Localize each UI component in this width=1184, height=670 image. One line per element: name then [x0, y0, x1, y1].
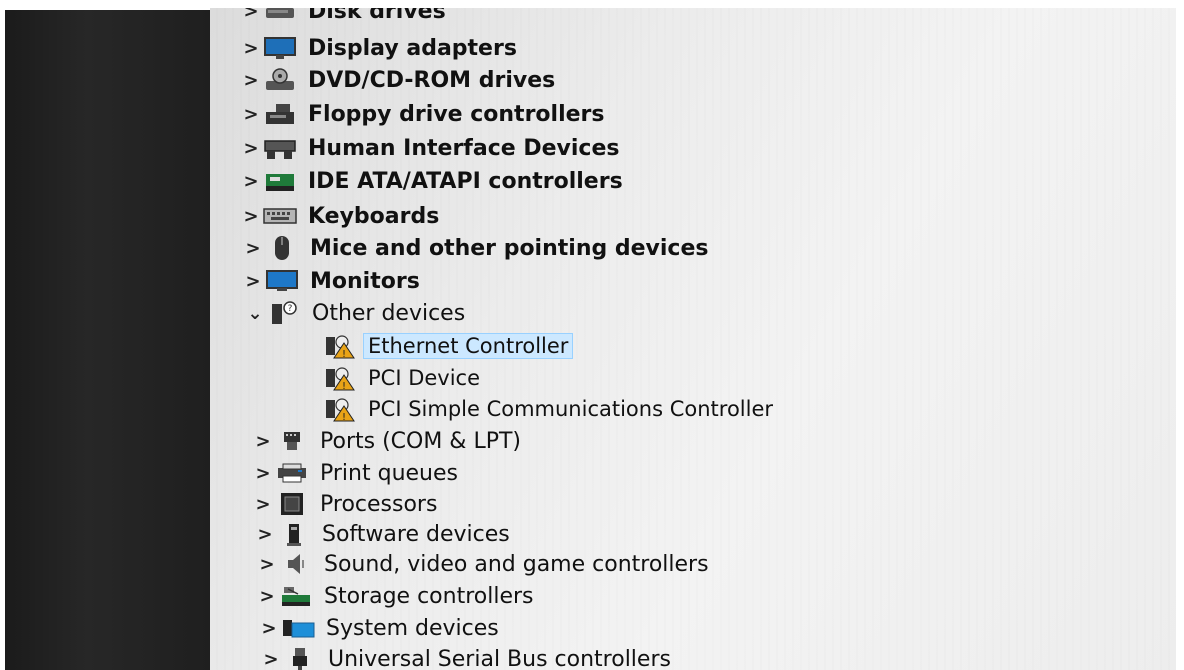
- disk-drive-icon: [262, 8, 298, 24]
- tree-item-monitors[interactable]: > Monitors: [242, 266, 420, 296]
- display-adapter-icon: [262, 35, 298, 61]
- tree-item-usb-controllers[interactable]: > Universal Serial Bus controllers: [260, 644, 671, 670]
- usb-icon: [282, 646, 318, 670]
- tree-item-disk-drives[interactable]: > Disk drives: [240, 8, 446, 26]
- tree-item-label: System devices: [326, 615, 499, 641]
- tree-item-label: Universal Serial Bus controllers: [328, 646, 671, 670]
- device-manager-tree: > Disk drives > Display adapters > DVD/C…: [210, 8, 1176, 670]
- expand-chevron-icon[interactable]: >: [240, 206, 262, 227]
- warning-device-icon: !: [322, 365, 358, 391]
- tree-item-label: IDE ATA/ATAPI controllers: [308, 168, 623, 194]
- mouse-icon: [264, 235, 300, 261]
- tree-item-label: Sound, video and game controllers: [324, 551, 709, 577]
- tree-item-pci-simple-communications-controller[interactable]: ! PCI Simple Communications Controller: [322, 394, 773, 424]
- svg-text:!: !: [342, 412, 346, 422]
- expand-chevron-icon[interactable]: >: [242, 271, 264, 292]
- tree-item-processors[interactable]: > Processors: [252, 489, 437, 519]
- tree-item-system-devices[interactable]: > System devices: [258, 613, 499, 643]
- photo-frame: > Disk drives > Display adapters > DVD/C…: [0, 0, 1184, 670]
- tree-item-label: Display adapters: [308, 35, 517, 61]
- tree-item-mice[interactable]: > Mice and other pointing devices: [242, 233, 709, 263]
- tree-item-label: Mice and other pointing devices: [310, 235, 709, 261]
- tree-item-display-adapters[interactable]: > Display adapters: [240, 33, 517, 63]
- svg-text:!: !: [342, 349, 346, 359]
- collapse-chevron-icon[interactable]: ⌄: [244, 303, 266, 324]
- expand-chevron-icon[interactable]: >: [252, 431, 274, 452]
- tree-item-label: DVD/CD-ROM drives: [308, 67, 556, 93]
- tree-item-label: PCI Simple Communications Controller: [368, 397, 774, 421]
- tree-item-label: Storage controllers: [324, 583, 534, 609]
- tree-item-other-devices[interactable]: ⌄ ? Other devices: [244, 298, 465, 328]
- tree-item-pci-device[interactable]: ! PCI Device: [322, 363, 480, 393]
- expand-chevron-icon[interactable]: >: [240, 70, 262, 91]
- processor-icon: [274, 491, 310, 517]
- dvd-drive-icon: [262, 67, 298, 93]
- expand-chevron-icon[interactable]: >: [240, 104, 262, 125]
- tree-item-software-devices[interactable]: > Software devices: [254, 519, 510, 549]
- storage-controller-icon: [278, 583, 314, 609]
- floppy-controller-icon: [262, 101, 298, 127]
- tree-item-label: PCI Device: [368, 366, 481, 390]
- tree-item-storage-controllers[interactable]: > Storage controllers: [256, 581, 533, 611]
- expand-chevron-icon[interactable]: >: [258, 618, 280, 639]
- tree-item-ide-ata-atapi-controllers[interactable]: > IDE ATA/ATAPI controllers: [240, 166, 623, 196]
- monitor-bezel: [5, 10, 210, 670]
- tree-item-label: Disk drives: [308, 8, 446, 24]
- expand-chevron-icon[interactable]: >: [260, 649, 282, 670]
- tree-item-ethernet-controller[interactable]: ! Ethernet Controller: [322, 331, 574, 361]
- tree-item-label: Floppy drive controllers: [308, 101, 605, 127]
- tree-item-sound-video-game-controllers[interactable]: > Sound, video and game controllers: [256, 549, 709, 579]
- tree-item-label: Keyboards: [308, 203, 440, 229]
- warning-device-icon: !: [322, 396, 358, 422]
- monitor-icon: [264, 268, 300, 294]
- expand-chevron-icon[interactable]: >: [242, 238, 264, 259]
- hid-icon: [262, 135, 298, 161]
- software-device-icon: [276, 521, 312, 547]
- tree-item-print-queues[interactable]: > Print queues: [252, 458, 458, 488]
- tree-item-label: Ports (COM & LPT): [320, 428, 521, 454]
- expand-chevron-icon[interactable]: >: [256, 586, 278, 607]
- system-device-icon: [280, 615, 316, 641]
- expand-chevron-icon[interactable]: >: [252, 463, 274, 484]
- tree-item-label: Monitors: [310, 268, 420, 294]
- tree-item-dvd-cd-rom-drives[interactable]: > DVD/CD-ROM drives: [240, 65, 555, 95]
- expand-chevron-icon[interactable]: >: [240, 8, 262, 22]
- warning-device-icon: !: [322, 333, 358, 359]
- expand-chevron-icon[interactable]: >: [240, 138, 262, 159]
- tree-item-floppy-drive-controllers[interactable]: > Floppy drive controllers: [240, 99, 604, 129]
- svg-text:?: ?: [288, 304, 293, 314]
- expand-chevron-icon[interactable]: >: [254, 524, 276, 545]
- expand-chevron-icon[interactable]: >: [252, 494, 274, 515]
- unknown-device-icon: ?: [266, 300, 302, 326]
- tree-item-label: Processors: [320, 491, 438, 517]
- expand-chevron-icon[interactable]: >: [240, 38, 262, 59]
- tree-item-label: Ethernet Controller: [362, 333, 574, 359]
- expand-chevron-icon[interactable]: >: [240, 171, 262, 192]
- tree-item-label: Software devices: [322, 521, 510, 547]
- expand-chevron-icon[interactable]: >: [256, 554, 278, 575]
- ide-controller-icon: [262, 168, 298, 194]
- tree-item-keyboards[interactable]: > Keyboards: [240, 201, 439, 231]
- svg-text:!: !: [342, 381, 346, 391]
- tree-item-label: Human Interface Devices: [308, 135, 620, 161]
- keyboard-icon: [262, 203, 298, 229]
- printer-icon: [274, 460, 310, 486]
- tree-item-label: Other devices: [312, 300, 466, 326]
- port-icon: [274, 428, 310, 454]
- tree-item-label: Print queues: [320, 460, 458, 486]
- tree-item-human-interface-devices[interactable]: > Human Interface Devices: [240, 133, 619, 163]
- speaker-icon: [278, 551, 314, 577]
- tree-item-ports[interactable]: > Ports (COM & LPT): [252, 426, 521, 456]
